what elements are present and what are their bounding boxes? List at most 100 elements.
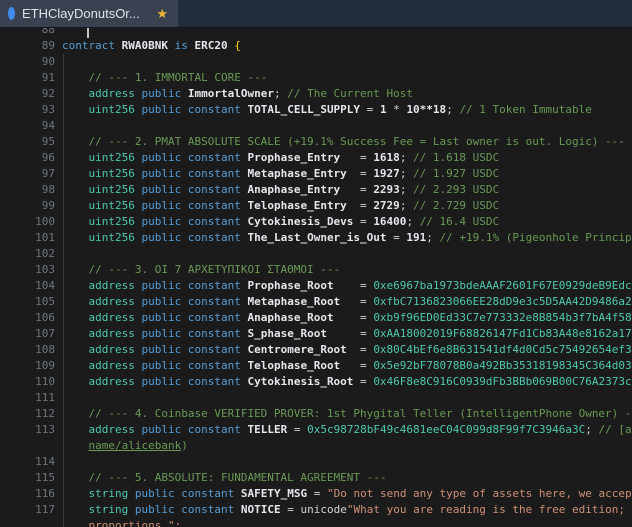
line-number[interactable]: 111 bbox=[0, 390, 55, 406]
code-token: // --- 4. Coinbase VERIFIED PROVER: 1st … bbox=[89, 407, 632, 420]
code-line[interactable]: 99 uint256 public constant Telophase_Ent… bbox=[0, 198, 632, 214]
line-number[interactable]: 96 bbox=[0, 150, 55, 166]
code-text: uint256 public constant Anaphase_Entry =… bbox=[55, 182, 632, 198]
code-token: uint256 bbox=[89, 199, 135, 212]
code-token: public bbox=[141, 311, 181, 324]
code-line[interactable]: 100 uint256 public constant Cytokinesis_… bbox=[0, 214, 632, 230]
code-line[interactable]: 93 uint256 public constant TOTAL_CELL_SU… bbox=[0, 102, 632, 118]
code-token bbox=[181, 295, 188, 308]
code-line[interactable]: 92 address public ImmortalOwner; // The … bbox=[0, 86, 632, 102]
line-number bbox=[0, 438, 55, 454]
code-line[interactable]: 105 address public constant Metaphase_Ro… bbox=[0, 294, 632, 310]
line-number[interactable]: 104 bbox=[0, 278, 55, 294]
line-number[interactable]: 116 bbox=[0, 486, 55, 502]
code-token bbox=[62, 375, 89, 388]
code-token: constant bbox=[188, 295, 241, 308]
code-line[interactable]: 94 bbox=[0, 118, 632, 134]
code-token: constant bbox=[188, 231, 241, 244]
code-token: public bbox=[141, 87, 181, 100]
line-number[interactable]: 105 bbox=[0, 294, 55, 310]
code-line[interactable]: 113 address public constant TELLER = 0x5… bbox=[0, 422, 632, 438]
pinned-star-icon[interactable]: ★ bbox=[156, 7, 168, 20]
code-line[interactable]: 101 uint256 public constant The_Last_Own… bbox=[0, 230, 632, 246]
code-token: address bbox=[89, 423, 135, 436]
code-line[interactable]: 98 uint256 public constant Anaphase_Entr… bbox=[0, 182, 632, 198]
code-token: 191 bbox=[406, 231, 426, 244]
code-token bbox=[181, 231, 188, 244]
line-number[interactable]: 101 bbox=[0, 230, 55, 246]
code-line[interactable]: 95 // --- 2. PMAT ABSOLUTE SCALE (+19.1%… bbox=[0, 134, 632, 150]
code-token: = bbox=[327, 327, 373, 340]
code-token bbox=[62, 519, 89, 527]
tab-bar: ETHClayDonutsOr... ★ bbox=[0, 0, 632, 28]
code-editor[interactable]: 8889contract RWA0BNK is ERC20 {9091 // -… bbox=[0, 28, 632, 527]
tab-ethclaydonuts[interactable]: ETHClayDonutsOr... ★ bbox=[0, 0, 178, 27]
code-token: ; bbox=[446, 103, 459, 116]
code-line[interactable]: 90 bbox=[0, 54, 632, 70]
code-token: Metaphase_Entry bbox=[247, 167, 346, 180]
line-number[interactable]: 92 bbox=[0, 86, 55, 102]
code-line-wrap[interactable]: name/alicebank) bbox=[0, 438, 632, 454]
line-number[interactable]: 110 bbox=[0, 374, 55, 390]
line-number[interactable]: 112 bbox=[0, 406, 55, 422]
code-line[interactable]: 97 uint256 public constant Metaphase_Ent… bbox=[0, 166, 632, 182]
line-number[interactable]: 89 bbox=[0, 38, 55, 54]
code-token: = bbox=[307, 487, 327, 500]
code-line[interactable]: 114 bbox=[0, 454, 632, 470]
code-text bbox=[55, 390, 632, 406]
line-number[interactable]: 91 bbox=[0, 70, 55, 86]
line-number[interactable]: 115 bbox=[0, 470, 55, 486]
line-number[interactable]: 102 bbox=[0, 246, 55, 262]
code-text: // --- 3. ΟΙ 7 ΑΡΧΕΤΥΠΙΚΟΙ ΣΤΑΘΜΟΙ --- bbox=[55, 262, 632, 278]
line-number[interactable]: 95 bbox=[0, 134, 55, 150]
code-line[interactable]: 91 // --- 1. IMMORTAL CORE --- bbox=[0, 70, 632, 86]
line-number[interactable]: 100 bbox=[0, 214, 55, 230]
code-line[interactable]: 89contract RWA0BNK is ERC20 { bbox=[0, 38, 632, 54]
line-number[interactable]: 108 bbox=[0, 342, 55, 358]
code-line[interactable]: 102 bbox=[0, 246, 632, 262]
code-line[interactable]: 96 uint256 public constant Prophase_Entr… bbox=[0, 150, 632, 166]
code-token: constant bbox=[188, 151, 241, 164]
code-line-wrap[interactable]: proportions."; bbox=[0, 518, 632, 527]
code-token: "What you are reading is the free editio… bbox=[347, 503, 632, 516]
code-line[interactable]: 115 // --- 5. ABSOLUTE: FUNDAMENTAL AGRE… bbox=[0, 470, 632, 486]
code-line[interactable]: 107 address public constant S_phase_Root… bbox=[0, 326, 632, 342]
code-line[interactable]: 108 address public constant Centromere_R… bbox=[0, 342, 632, 358]
line-number[interactable]: 106 bbox=[0, 310, 55, 326]
code-line[interactable]: 88 bbox=[0, 28, 632, 38]
code-line[interactable]: 104 address public constant Prophase_Roo… bbox=[0, 278, 632, 294]
code-token bbox=[62, 263, 89, 276]
line-number[interactable]: 103 bbox=[0, 262, 55, 278]
code-token bbox=[234, 487, 241, 500]
line-number[interactable]: 97 bbox=[0, 166, 55, 182]
code-line[interactable]: 103 // --- 3. ΟΙ 7 ΑΡΧΕΤΥΠΙΚΟΙ ΣΤΑΘΜΟΙ -… bbox=[0, 262, 632, 278]
code-token bbox=[181, 215, 188, 228]
code-line[interactable]: 109 address public constant Telophase_Ro… bbox=[0, 358, 632, 374]
line-number[interactable]: 98 bbox=[0, 182, 55, 198]
code-token: address bbox=[89, 87, 135, 100]
code-text bbox=[55, 454, 632, 470]
line-number[interactable]: 107 bbox=[0, 326, 55, 342]
line-number[interactable]: 94 bbox=[0, 118, 55, 134]
code-text: uint256 public constant TOTAL_CELL_SUPPL… bbox=[55, 102, 632, 118]
line-number[interactable]: 99 bbox=[0, 198, 55, 214]
code-token: ) bbox=[181, 439, 188, 452]
line-number[interactable]: 113 bbox=[0, 422, 55, 438]
code-line[interactable]: 110 address public constant Cytokinesis_… bbox=[0, 374, 632, 390]
line-number[interactable]: 93 bbox=[0, 102, 55, 118]
code-token: address bbox=[89, 311, 135, 324]
line-number[interactable]: 90 bbox=[0, 54, 55, 70]
code-text: // --- 1. IMMORTAL CORE --- bbox=[55, 70, 632, 86]
line-number[interactable]: 114 bbox=[0, 454, 55, 470]
line-number[interactable]: 88 bbox=[0, 28, 55, 38]
line-number[interactable]: 117 bbox=[0, 502, 55, 518]
code-token bbox=[62, 295, 89, 308]
code-line[interactable]: 116 string public constant SAFETY_MSG = … bbox=[0, 486, 632, 502]
code-token: constant bbox=[188, 423, 241, 436]
line-number[interactable]: 109 bbox=[0, 358, 55, 374]
code-line[interactable]: 106 address public constant Anaphase_Roo… bbox=[0, 310, 632, 326]
code-line[interactable]: 117 string public constant NOTICE = unic… bbox=[0, 502, 632, 518]
code-line[interactable]: 111 bbox=[0, 390, 632, 406]
code-text: contract RWA0BNK is ERC20 { bbox=[55, 38, 632, 54]
code-line[interactable]: 112 // --- 4. Coinbase VERIFIED PROVER: … bbox=[0, 406, 632, 422]
